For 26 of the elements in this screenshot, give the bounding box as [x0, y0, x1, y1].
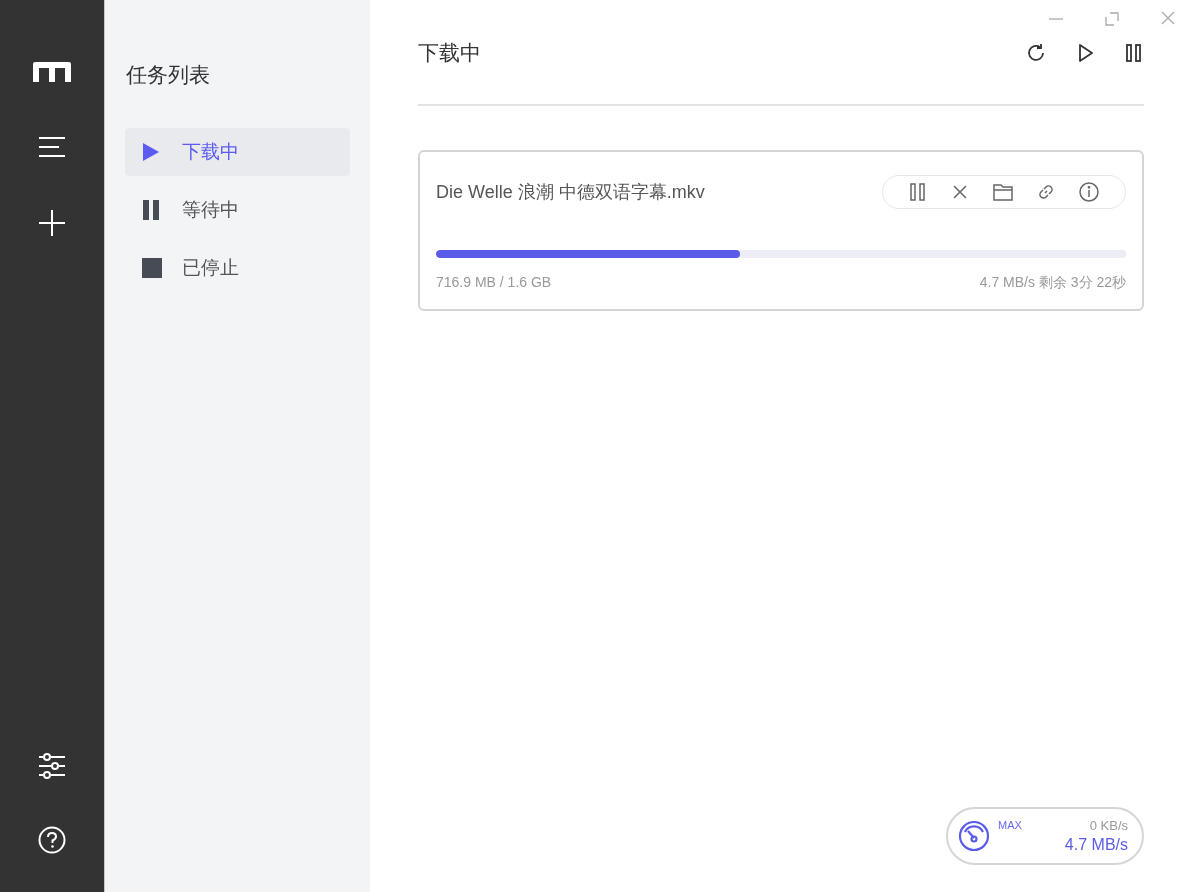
menu-icon[interactable]	[38, 137, 66, 157]
page-title: 下载中	[418, 40, 482, 67]
refresh-icon[interactable]	[1026, 43, 1046, 63]
sidebar-title: 任务列表	[125, 62, 211, 88]
download-speed: 4.7 MB/s	[1064, 835, 1128, 855]
close-icon[interactable]	[951, 183, 969, 201]
help-icon[interactable]	[38, 826, 66, 854]
sidebar-item[interactable]: 下载中	[125, 128, 350, 176]
sidebar-item[interactable]: 已停止	[125, 244, 350, 292]
settings-icon[interactable]	[38, 753, 66, 779]
file-name: Die Welle 浪潮 中德双语字幕.mkv	[436, 180, 706, 204]
size-progress: 716.9 MB / 1.6 GB	[436, 273, 552, 292]
sidebar-item[interactable]: 等待中	[125, 186, 350, 234]
speedometer-icon	[958, 820, 990, 852]
max-label: MAX	[998, 818, 1022, 833]
speed-remaining: 4.7 MB/s 剩余 3分 22秒	[979, 273, 1126, 292]
info-icon[interactable]	[1079, 182, 1099, 202]
link-icon[interactable]	[1037, 183, 1055, 201]
add-icon[interactable]	[39, 210, 65, 236]
pause-icon	[142, 200, 162, 220]
stop-icon	[142, 258, 162, 278]
logo-icon	[33, 62, 71, 82]
upload-speed: 0 KB/s	[1089, 817, 1128, 835]
pause-icon[interactable]	[1124, 43, 1144, 63]
pause-icon[interactable]	[909, 183, 927, 201]
folder-icon[interactable]	[993, 183, 1013, 201]
